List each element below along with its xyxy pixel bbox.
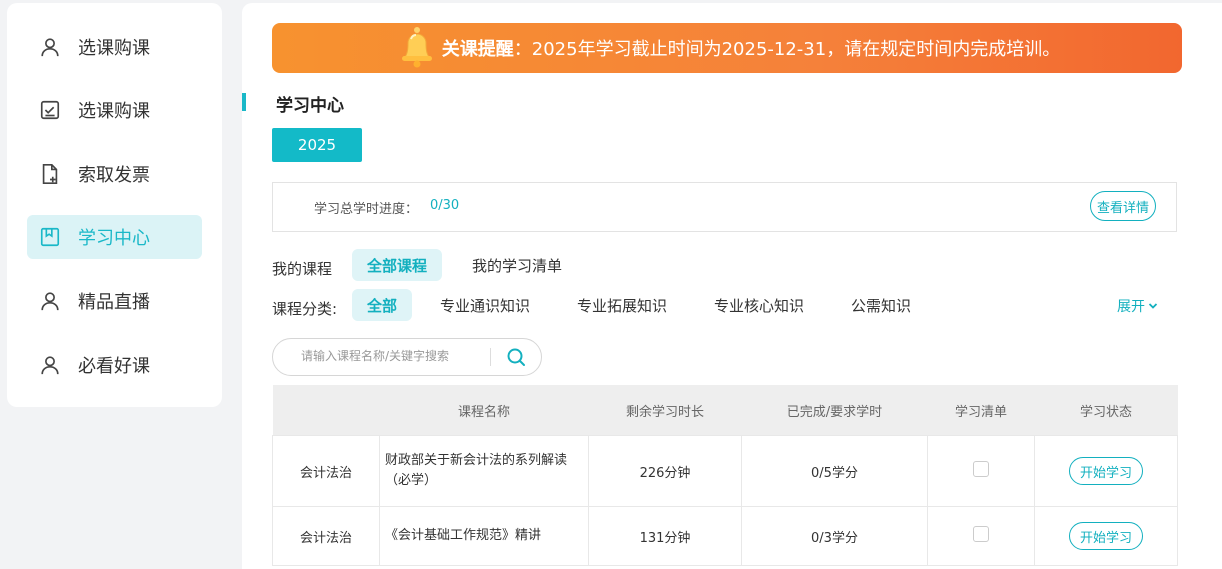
study-list-checkbox[interactable]	[973, 526, 989, 542]
header-study-status: 学习状态	[1034, 385, 1178, 436]
cell-category: 会计法治	[272, 506, 380, 566]
tab-my-study-list[interactable]: 我的学习清单	[457, 249, 577, 281]
category-core-knowledge[interactable]: 专业核心知识	[699, 289, 819, 321]
view-details-button[interactable]: 查看详情	[1090, 191, 1156, 221]
progress-value: 0/30	[430, 198, 460, 213]
cell-credits: 0/3学分	[741, 506, 928, 566]
search-divider	[490, 348, 491, 366]
cell-study-list	[927, 506, 1035, 566]
checklist-icon	[39, 99, 61, 121]
banner-title: 关课提醒	[441, 39, 514, 60]
category-all[interactable]: 全部	[352, 289, 413, 321]
cell-credits: 0/5学分	[741, 435, 928, 507]
user-icon	[39, 354, 61, 376]
sidebar-item-label: 选课购课	[78, 101, 150, 122]
expand-label: 展开	[1117, 299, 1145, 315]
table-row: 会计法治 财政部关于新会计法的系列解读（必学） 226分钟 0/5学分 开始学习	[272, 435, 1178, 507]
table-row: 会计法治 《会计基础工作规范》精讲 131分钟 0/3学分 开始学习	[272, 506, 1178, 566]
cell-status: 开始学习	[1034, 506, 1178, 566]
sidebar-item-course-purchase[interactable]: 选课购课	[27, 25, 202, 69]
sidebar-item-label: 学习中心	[78, 228, 150, 249]
my-courses-label: 我的课程	[272, 260, 333, 278]
category-general-knowledge[interactable]: 专业通识知识	[425, 289, 545, 321]
header-remaining-time: 剩余学习时长	[588, 385, 742, 436]
category-label: 课程分类:	[272, 300, 338, 318]
section-accent-bar	[242, 93, 246, 111]
course-table: 课程名称 剩余学习时长 已完成/要求学时 学习清单 学习状态 会计法治 财政部关…	[272, 385, 1178, 566]
header-category	[272, 385, 380, 436]
category-public-knowledge[interactable]: 公需知识	[836, 289, 926, 321]
category-extended-knowledge[interactable]: 专业拓展知识	[562, 289, 682, 321]
cell-remaining: 131分钟	[588, 506, 742, 566]
sidebar: 选课购课 选课购课 索取发票 学习中心 精品直播 必看好课	[7, 3, 222, 407]
bookmark-icon	[39, 226, 61, 248]
study-list-checkbox[interactable]	[973, 461, 989, 477]
sidebar-item-label: 精品直播	[78, 292, 150, 313]
chevron-down-icon	[1148, 303, 1158, 309]
bell-icon	[402, 27, 432, 68]
start-study-button[interactable]: 开始学习	[1069, 457, 1143, 485]
cell-category: 会计法治	[272, 435, 380, 507]
header-course-name: 课程名称	[379, 385, 589, 436]
sidebar-item-label: 索取发票	[78, 165, 150, 186]
sidebar-item-must-watch[interactable]: 必看好课	[27, 343, 202, 387]
cell-course-name: 财政部关于新会计法的系列解读（必学）	[379, 435, 589, 507]
sidebar-item-course-purchase-2[interactable]: 选课购课	[27, 88, 202, 132]
tab-all-courses[interactable]: 全部课程	[352, 249, 443, 281]
sidebar-item-label: 必看好课	[78, 356, 150, 377]
cell-course-name: 《会计基础工作规范》精讲	[379, 506, 589, 566]
start-study-button[interactable]: 开始学习	[1069, 522, 1143, 550]
cell-status: 开始学习	[1034, 435, 1178, 507]
cell-remaining: 226分钟	[588, 435, 742, 507]
cell-study-list	[927, 435, 1035, 507]
sidebar-item-live[interactable]: 精品直播	[27, 279, 202, 323]
invoice-icon	[39, 163, 61, 185]
progress-label: 学习总学时进度：	[314, 202, 419, 217]
user-icon	[39, 290, 61, 312]
banner-message: ：2025年学习截止时间为2025-12-31，请在规定时间内完成培训。	[513, 39, 1061, 60]
user-icon	[39, 36, 61, 58]
expand-toggle[interactable]: 展开	[1117, 296, 1158, 316]
search-input[interactable]	[299, 348, 483, 364]
sidebar-item-study-center[interactable]: 学习中心	[27, 215, 202, 259]
progress-panel: 学习总学时进度： 0/30 查看详情	[272, 182, 1177, 232]
search-box	[272, 338, 542, 376]
main-panel: 关课提醒：2025年学习截止时间为2025-12-31，请在规定时间内完成培训。…	[242, 3, 1222, 569]
reminder-banner: 关课提醒：2025年学习截止时间为2025-12-31，请在规定时间内完成培训。	[272, 23, 1182, 73]
sidebar-item-invoice[interactable]: 索取发票	[27, 152, 202, 196]
header-study-list: 学习清单	[927, 385, 1035, 436]
header-credits: 已完成/要求学时	[741, 385, 928, 436]
search-icon[interactable]	[506, 347, 526, 367]
table-header-row: 课程名称 剩余学习时长 已完成/要求学时 学习清单 学习状态	[272, 385, 1178, 436]
year-tab-2025[interactable]: 2025	[272, 128, 362, 162]
sidebar-item-label: 选课购课	[78, 38, 150, 59]
page-title: 学习中心	[276, 96, 344, 116]
